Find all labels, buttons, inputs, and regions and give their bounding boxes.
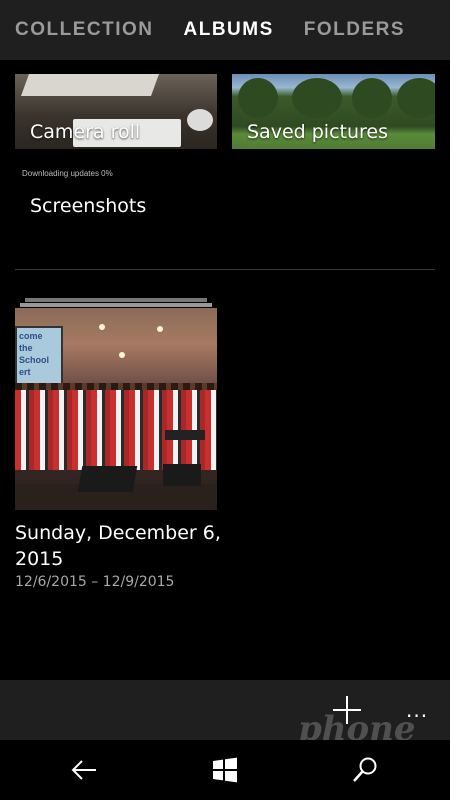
speaker: [77, 466, 138, 492]
album-screenshots[interactable]: Screenshots: [15, 185, 217, 225]
search-icon[interactable]: [350, 756, 380, 784]
ceiling-light: [99, 324, 105, 330]
event-date-range: 12/6/2015 – 12/9/2015: [15, 574, 175, 590]
album-label-screenshots: Screenshots: [30, 195, 147, 217]
pivot-header: COLLECTION ALBUMS FOLDERS: [0, 0, 450, 60]
album-camera-roll[interactable]: Camera roll: [15, 74, 217, 149]
download-status: Downloading updates 0%: [22, 169, 113, 178]
thumbnail-tree: [238, 78, 278, 118]
ceiling-light: [157, 326, 163, 332]
navigation-bar: [0, 740, 450, 800]
album-saved-pictures[interactable]: Saved pictures: [232, 74, 435, 149]
event-album-thumbnail[interactable]: come the School ert: [15, 308, 217, 510]
thumbnail-tree: [292, 78, 342, 118]
thumbnail-tree: [397, 78, 435, 118]
tab-albums[interactable]: ALBUMS: [184, 19, 274, 41]
album-stack-edge: [20, 303, 212, 307]
tab-collection[interactable]: COLLECTION: [15, 19, 154, 41]
thumbnail-tree: [352, 78, 392, 118]
event-title[interactable]: Sunday, December 6, 2015: [15, 520, 235, 572]
back-arrow-icon[interactable]: [70, 756, 100, 784]
thumbnail-mouse: [187, 109, 213, 131]
section-divider: [15, 269, 435, 270]
album-stack-edge: [25, 298, 207, 302]
windows-logo-icon[interactable]: [210, 756, 240, 784]
thumbnail-paper: [20, 74, 160, 96]
ceiling-light: [119, 352, 125, 358]
speaker: [163, 464, 201, 486]
tab-folders[interactable]: FOLDERS: [304, 19, 405, 41]
piano: [165, 430, 205, 440]
projection-screen: come the School ert: [15, 326, 63, 390]
album-label-saved-pictures: Saved pictures: [247, 121, 388, 143]
album-label-camera-roll: Camera roll: [30, 121, 141, 143]
